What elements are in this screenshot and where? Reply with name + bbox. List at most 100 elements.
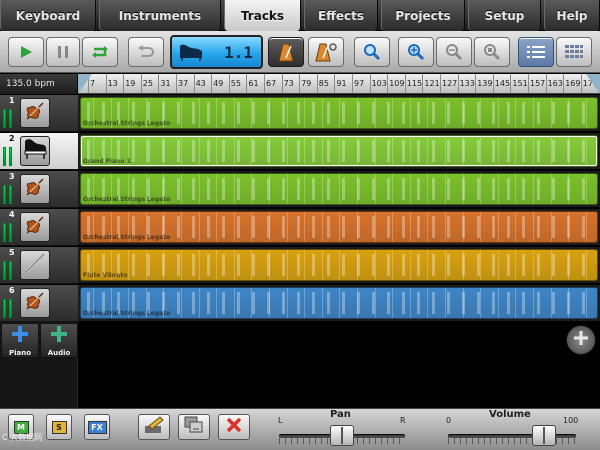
volume-slider[interactable]: [448, 423, 576, 447]
edit-button[interactable]: [138, 414, 170, 440]
ruler-tick: [105, 74, 107, 93]
tab-label: Tracks: [240, 8, 285, 23]
tab-setup[interactable]: Setup: [468, 0, 541, 31]
tab-keyboard[interactable]: Keyboard: [0, 0, 96, 31]
flute-icon: [23, 252, 47, 278]
add-piano-label: Piano: [8, 348, 32, 357]
search-button[interactable]: [354, 37, 390, 67]
zoom-out-button[interactable]: [436, 37, 472, 67]
instrument-button[interactable]: [20, 174, 50, 204]
ruler-tick: [299, 74, 301, 93]
tempo-display[interactable]: 135.0 bpm: [0, 74, 78, 94]
solo-button[interactable]: S: [46, 414, 72, 440]
loop-icon: [90, 45, 110, 59]
pan-label: Pan: [330, 409, 351, 420]
level-meter-right: [9, 261, 12, 280]
ruler-bar-number: 133: [459, 79, 475, 88]
clip-notes: [81, 140, 597, 162]
midi-clip[interactable]: Orchestral Strings Legato: [80, 173, 598, 205]
metronome-button[interactable]: [268, 37, 304, 67]
track-lane-2[interactable]: Grand Piano 1: [78, 133, 600, 170]
ruler-bar-number: 85: [318, 79, 329, 88]
add-audio-track-button[interactable]: Audio: [40, 323, 78, 358]
level-meter-left: [3, 109, 6, 128]
clip-name: Orchestral Strings Legato: [83, 120, 171, 127]
instrument-button[interactable]: [20, 288, 50, 318]
track-header-6[interactable]: 6: [0, 285, 78, 322]
main-tab-bar: Keyboard Instruments Tracks Effects Proj…: [0, 0, 600, 31]
ruler-tick: [158, 74, 160, 93]
undo-icon: [137, 45, 155, 59]
track-header-4[interactable]: 4: [0, 209, 78, 246]
track-lane-6[interactable]: Orchestral Strings Legato: [78, 285, 600, 322]
plus-icon: [50, 325, 68, 347]
ruler-bar-number: 157: [530, 79, 546, 88]
ruler-tick: [281, 74, 283, 93]
instrument-button[interactable]: [20, 98, 50, 128]
level-meter-right: [9, 299, 12, 318]
midi-clip[interactable]: Orchestral Strings Legato: [80, 211, 598, 243]
ruler-tick: [422, 74, 424, 93]
pause-button[interactable]: [46, 37, 80, 67]
track-lane-1[interactable]: Orchestral Strings Legato: [78, 95, 600, 132]
loop-end-marker[interactable]: [586, 74, 600, 94]
volume-slider-thumb[interactable]: [532, 425, 556, 446]
midi-clip[interactable]: Flute Vibrato: [80, 249, 598, 281]
track-number: 4: [9, 210, 15, 219]
ruler-tick: [580, 74, 582, 93]
play-button[interactable]: [8, 37, 44, 67]
timeline-ruler[interactable]: 7 13 19 25 31 37 43 49 55 61 67 73 79 85 91 97 103 109 115…: [78, 74, 600, 94]
ruler-bar-number: 43: [195, 79, 206, 88]
ruler-tick: [123, 74, 125, 93]
solo-label: S: [51, 420, 67, 434]
pan-slider-thumb[interactable]: [330, 425, 354, 446]
instrument-button[interactable]: [20, 250, 50, 280]
add-piano-track-button[interactable]: Piano: [1, 323, 39, 358]
ruler-bar-number: 25: [142, 79, 153, 88]
fx-button[interactable]: FX: [84, 414, 110, 440]
track-lane-3[interactable]: Orchestral Strings Legato: [78, 171, 600, 208]
count-in-button[interactable]: [308, 37, 344, 67]
track-header-5[interactable]: 5: [0, 247, 78, 284]
midi-clip[interactable]: Grand Piano 1: [80, 135, 598, 167]
edit-pencil-icon: [144, 416, 164, 438]
ruler-tick: [316, 74, 318, 93]
zoom-in-icon: [407, 43, 425, 61]
track-lane-4[interactable]: Orchestral Strings Legato: [78, 209, 600, 246]
add-track-button[interactable]: [566, 325, 596, 355]
tab-instruments[interactable]: Instruments: [99, 0, 221, 31]
copy-button[interactable]: [178, 414, 210, 440]
loop-start-marker[interactable]: [78, 74, 92, 94]
list-view-button[interactable]: [518, 37, 554, 67]
pan-slider[interactable]: [279, 423, 405, 447]
clip-name: Flute Vibrato: [83, 272, 128, 279]
level-meter-left: [3, 299, 6, 318]
level-meter-right: [9, 109, 12, 128]
tab-tracks[interactable]: Tracks: [224, 0, 301, 31]
ruler-bar-number: 163: [547, 79, 563, 88]
zoom-in-button[interactable]: [398, 37, 434, 67]
track-header-1[interactable]: 1: [0, 95, 78, 132]
clip-name: Orchestral Strings Legato: [83, 234, 171, 241]
tab-effects[interactable]: Effects: [304, 0, 378, 31]
instrument-button[interactable]: [20, 136, 50, 166]
instrument-button[interactable]: [20, 212, 50, 242]
midi-clip[interactable]: Orchestral Strings Legato: [80, 97, 598, 129]
plus-icon: [11, 325, 29, 347]
position-display[interactable]: 1.1: [170, 35, 263, 69]
violin-icon: [23, 100, 47, 126]
track-lane-5[interactable]: Flute Vibrato: [78, 247, 600, 284]
loop-button[interactable]: [82, 37, 118, 67]
track-header-2[interactable]: 2: [0, 133, 78, 170]
undo-button[interactable]: [128, 37, 164, 67]
ruler-bar-number: 109: [389, 79, 405, 88]
track-header-3[interactable]: 3: [0, 171, 78, 208]
tab-help[interactable]: Help: [544, 0, 600, 31]
violin-icon: [23, 214, 47, 240]
tab-projects[interactable]: Projects: [381, 0, 465, 31]
zoom-reset-button[interactable]: [474, 37, 510, 67]
delete-x-icon: [226, 417, 242, 437]
grid-view-button[interactable]: [556, 37, 592, 67]
delete-button[interactable]: [218, 414, 250, 440]
midi-clip[interactable]: Orchestral Strings Legato: [80, 287, 598, 319]
